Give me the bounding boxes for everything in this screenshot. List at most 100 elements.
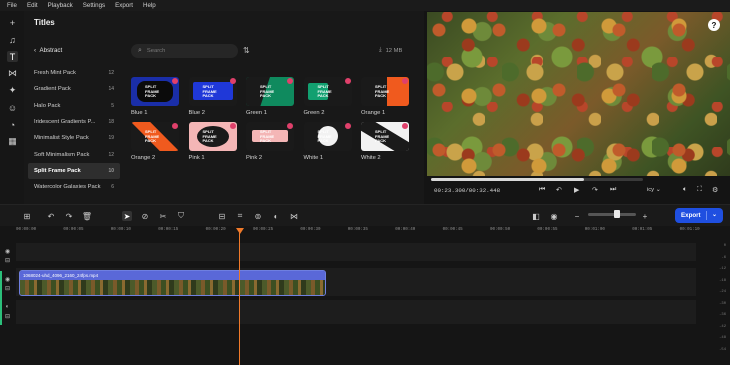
meter-label: -36 <box>719 313 726 317</box>
lock-icon[interactable]: ⊟ <box>5 257 10 264</box>
timecode: 00:23.300/00:32.448 <box>434 187 501 194</box>
time-ruler[interactable]: 00:00:00 00:00:05 00:00:10 00:00:15 00:00:20… <box>16 226 700 238</box>
grid-icon[interactable]: ⊟ <box>217 211 227 221</box>
category-item[interactable]: Split Frame Pack 10 <box>28 162 120 180</box>
skip-back-icon[interactable]: ⏮ <box>539 186 545 194</box>
video-clip[interactable]: 1068024-uhd_4096_2160_24fps.mp4 <box>19 270 326 296</box>
settings-icon[interactable]: ⚙ <box>712 186 718 194</box>
eye-icon[interactable]: ◉ <box>5 276 10 283</box>
playhead[interactable] <box>239 228 240 365</box>
menu-file[interactable]: File <box>7 2 17 9</box>
category-item[interactable]: Watercolor Galaxies Pack 6 <box>28 179 120 195</box>
add-icon[interactable]: + <box>7 17 18 28</box>
eye-icon[interactable]: ◉ <box>5 248 10 255</box>
zoom-in-icon[interactable]: + <box>640 211 650 221</box>
thumbnail-text: SPLIT FRAME PACK <box>202 129 217 143</box>
filter-icon[interactable]: ◔ <box>7 119 18 130</box>
chevron-down-icon[interactable]: ⌄ <box>712 211 717 218</box>
category-item[interactable]: Iridescent Gradients P... 18 <box>28 114 120 130</box>
title-tile[interactable]: SPLIT FRAME PACK Green 2 <box>303 77 352 116</box>
menu-export[interactable]: Export <box>115 2 133 9</box>
title-tile[interactable]: SPLIT FRAME PACK Blue 1 <box>131 77 179 116</box>
category-name: Minimalist Style Pack <box>34 135 89 142</box>
video-preview[interactable] <box>427 12 730 176</box>
title-tile[interactable]: SPLIT FRAME PACK Orange 1 <box>361 77 409 116</box>
play-icon[interactable]: ▶ <box>574 186 579 194</box>
menu-help[interactable]: Help <box>143 2 156 9</box>
mute-icon[interactable]: ◖ <box>5 304 9 310</box>
category-item[interactable]: Soft Minimalism Pack 12 <box>28 146 120 162</box>
track-row-1[interactable] <box>16 243 696 261</box>
thumbnail-text: SPLIT FRAME PACK <box>202 84 217 98</box>
back-to-abstract[interactable]: ‹ Abstract <box>34 47 62 54</box>
playhead-handle[interactable] <box>236 228 244 234</box>
title-tile[interactable]: SPLIT FRAME PACK Green 1 <box>246 77 294 116</box>
search-input[interactable]: ⌕ Search <box>131 44 238 58</box>
crop-icon[interactable]: ⌗ <box>235 211 245 221</box>
thumbnail-text: SPLIT FRAME PACK <box>145 129 160 143</box>
meter-label: -54 <box>719 347 726 352</box>
zoom-out-icon[interactable]: − <box>572 211 582 221</box>
title-thumbnail: SPLIT FRAME PACK <box>188 77 237 106</box>
sort-icon[interactable]: ⇅ <box>243 46 250 55</box>
ruler-tick-label: 00:00:30 <box>300 228 321 232</box>
playback-progress[interactable] <box>431 178 643 181</box>
color-icon[interactable]: ◐ <box>271 211 281 221</box>
rewind-icon[interactable]: ↶ <box>556 186 562 194</box>
shield-icon[interactable]: ⛉ <box>176 211 186 221</box>
category-item[interactable]: Halo Pack 5 <box>28 98 120 114</box>
zoom-slider[interactable] <box>588 213 636 216</box>
help-icon[interactable]: ? <box>708 19 720 31</box>
menu-playback[interactable]: Playback <box>48 2 73 9</box>
chevron-down-icon: ⌄ <box>655 187 661 193</box>
delete-icon[interactable]: 🗑︎ <box>82 211 92 221</box>
lock-icon[interactable]: ⊟ <box>5 313 10 320</box>
ruler-tick-label: 00:00:35 <box>347 228 368 232</box>
undo-icon[interactable]: ↶ <box>46 211 56 221</box>
forward-icon[interactable]: ↷ <box>592 186 598 194</box>
menu-edit[interactable]: Edit <box>27 2 38 9</box>
split-icon[interactable]: ⋈ <box>289 211 299 221</box>
title-tile[interactable]: SPLIT FRAME PACK White 2 <box>361 122 409 161</box>
category-count: 10 <box>108 167 114 174</box>
text-icon[interactable]: T <box>7 51 18 62</box>
premium-badge-icon <box>344 123 351 129</box>
sticker-icon[interactable]: ☺ <box>7 102 18 113</box>
category-item[interactable]: Fresh Mint Pack 12 <box>28 65 120 81</box>
lock-icon[interactable]: ⊟ <box>5 285 10 292</box>
menu-settings[interactable]: Settings <box>83 2 105 9</box>
export-button[interactable]: Export ⌄ <box>675 208 723 223</box>
tile-label: Orange 2 <box>131 155 156 161</box>
meter-label: -30 <box>719 301 726 306</box>
template-icon[interactable]: ▦ <box>7 136 18 147</box>
select-tool-icon[interactable]: ➤ <box>122 211 132 221</box>
effects-icon[interactable]: ✦ <box>7 85 18 96</box>
audio-split-icon[interactable]: ◧ <box>531 211 541 221</box>
category-item[interactable]: Gradient Pack 14 <box>28 81 120 97</box>
transition-icon[interactable]: ⋈ <box>7 68 18 79</box>
export-divider <box>706 211 707 220</box>
add-track-icon[interactable]: ⊞ <box>22 211 32 221</box>
category-item[interactable]: Minimalist Style Pack 19 <box>28 130 120 146</box>
speed-icon[interactable]: ⊚ <box>253 211 263 221</box>
category-count: 12 <box>108 70 114 77</box>
music-icon[interactable]: ♫ <box>7 34 18 45</box>
title-tile[interactable]: SPLIT FRAME PACK Blue 2 <box>188 77 237 116</box>
skip-forward-icon[interactable]: ⏭ <box>610 186 616 194</box>
zoom-slider-knob[interactable] <box>614 210 620 218</box>
redo-icon[interactable]: ↷ <box>64 211 74 221</box>
title-tile[interactable]: SPLIT FRAME PACK White 1 <box>303 122 352 161</box>
category-count: 12 <box>108 151 114 158</box>
track-row-3[interactable] <box>16 300 696 324</box>
disable-icon[interactable]: ⊘ <box>140 211 150 221</box>
title-tile[interactable]: SPLIT FRAME PACK Orange 2 <box>131 122 179 161</box>
category-name: Fresh Mint Pack <box>34 70 76 77</box>
volume-icon[interactable]: 🔈︎ <box>683 186 687 194</box>
quality-select[interactable]: icy ⌄ <box>647 187 661 193</box>
title-tile[interactable]: SPLIT FRAME PACK Pink 1 <box>188 122 237 161</box>
fullscreen-icon[interactable]: ⛶ <box>697 186 702 194</box>
magnet-icon[interactable]: ◉ <box>549 211 559 221</box>
cut-icon[interactable]: ✂ <box>158 211 168 221</box>
category-name: Iridescent Gradients P... <box>34 119 96 126</box>
title-tile[interactable]: SPLIT FRAME PACK Pink 2 <box>246 122 294 161</box>
